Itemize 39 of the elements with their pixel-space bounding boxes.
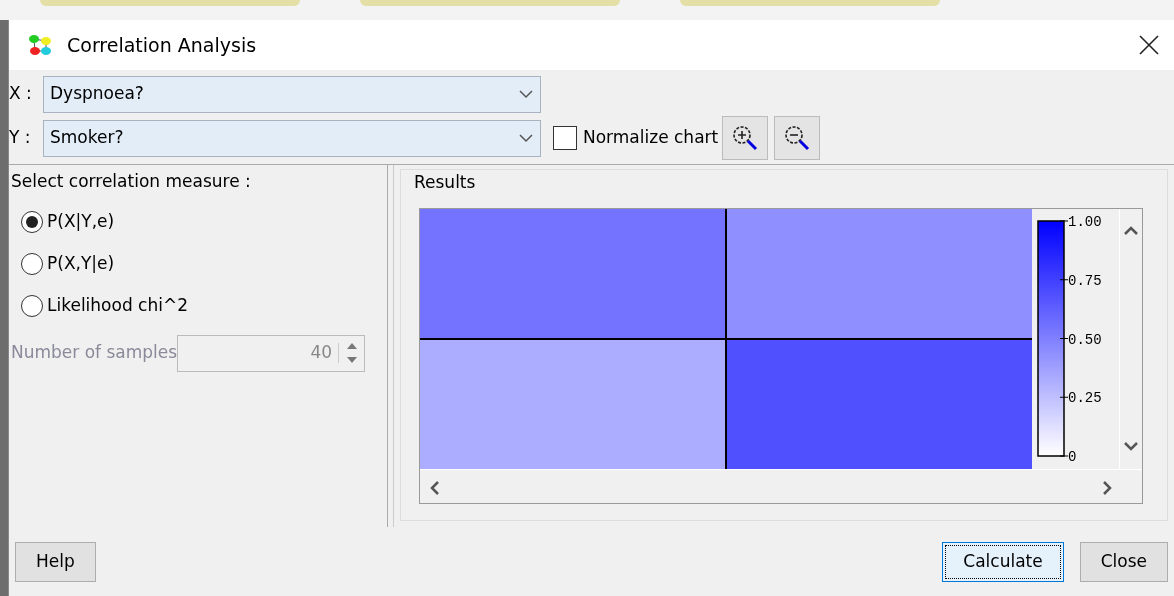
samples-label: Number of samples <box>11 341 178 365</box>
dialog-button[interactable]: Help <box>15 541 96 582</box>
dialog-button[interactable]: Close <box>1079 541 1168 582</box>
zoom-in-icon <box>731 124 760 152</box>
tick-mark <box>1059 455 1069 457</box>
chevron-left-icon <box>430 481 439 495</box>
scale-label: 0.75 <box>1068 272 1102 289</box>
chevron-up-icon <box>1124 226 1138 235</box>
zoom-in-button[interactable] <box>722 116 769 160</box>
field-label: X : <box>9 82 33 106</box>
network-icon <box>27 33 53 57</box>
dialog-button[interactable]: Calculate <box>942 541 1064 582</box>
down-icon <box>346 357 357 364</box>
checkbox-label: Normalize chart <box>583 126 719 150</box>
x-dropdown[interactable]: Dyspnoea? <box>43 75 541 113</box>
radio-option[interactable]: Likelihood chi^2 <box>21 290 188 321</box>
zoom-out-icon <box>783 124 812 152</box>
y-dropdown[interactable]: Smoker? <box>43 119 541 157</box>
chevron-icon <box>518 133 534 143</box>
chevron-right-icon <box>1103 481 1112 495</box>
zoom-out-button[interactable] <box>774 116 821 160</box>
window-title: Correlation Analysis <box>67 32 257 58</box>
tick-mark <box>1059 279 1069 281</box>
tick-mark <box>1059 220 1069 222</box>
up-icon <box>346 342 357 349</box>
field-label: Y : <box>9 126 32 150</box>
normalize-checkbox[interactable] <box>553 126 577 150</box>
chevron-icon <box>518 89 534 99</box>
tick-mark <box>1059 396 1069 398</box>
radio-option[interactable]: P(X|Y,e) <box>21 206 115 237</box>
section-title: Select correlation measure : <box>11 170 252 193</box>
scale-label: 0.25 <box>1068 390 1102 407</box>
radio-option[interactable]: P(X,Y|e) <box>21 248 115 279</box>
close-icon[interactable] <box>1138 34 1160 56</box>
chevron-down-icon <box>1124 442 1138 451</box>
scale-label: 0.50 <box>1068 331 1102 348</box>
tick-mark <box>1059 338 1069 339</box>
scale-label: 1.00 <box>1068 214 1102 230</box>
scale-label: 0 <box>1068 449 1077 465</box>
